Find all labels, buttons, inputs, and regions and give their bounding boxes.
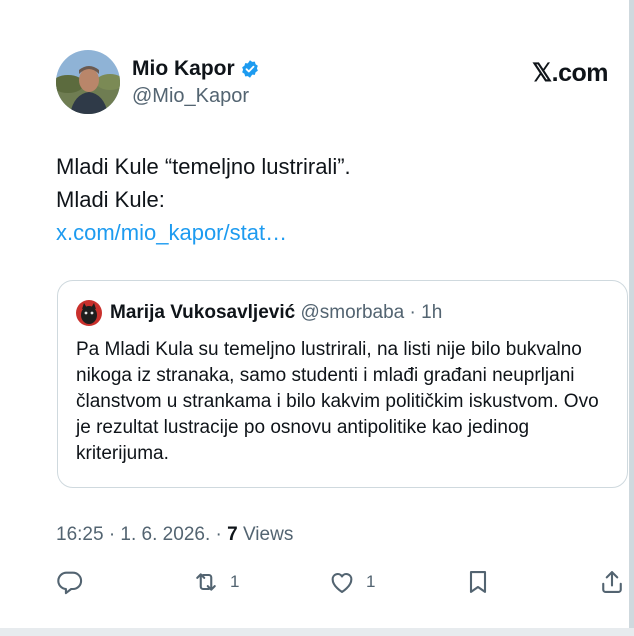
bookmark-icon [469,571,487,593]
scrollbar-track [629,0,634,636]
x-logo[interactable]: 𝕏.com [532,58,609,88]
like-count: 1 [366,572,376,591]
like-button[interactable]: 1 [328,568,375,596]
views-label: Views [237,524,294,545]
quote-header: Marija Vukosavljević @smorbaba · 1h [110,302,442,324]
retweet-icon [196,573,216,591]
timestamp[interactable]: 16:25 · 1. 6. 2026. · [56,524,227,545]
display-name[interactable]: Mio Kapor [132,57,235,81]
bookmark-button[interactable] [464,568,492,596]
heart-icon [331,573,353,593]
tweet-line-2: Mladi Kule: [56,187,165,212]
quote-author-name[interactable]: Marija Vukosavljević [110,302,295,323]
quote-handle-time[interactable]: @smorbaba · 1h [300,302,442,323]
avatar[interactable] [56,50,120,114]
quoted-tweet[interactable]: Marija Vukosavljević @smorbaba · 1h Pa M… [57,280,628,488]
reply-icon [57,571,83,595]
user-handle[interactable]: @Mio_Kapor [132,85,249,108]
share-icon [602,571,622,593]
reply-button[interactable] [56,568,84,596]
quote-text: Pa Mladi Kula su temeljno lustrirali, na… [76,339,599,464]
retweet-button[interactable]: 1 [192,568,239,596]
tweet-card: Mio Kapor @Mio_Kapor 𝕏.com Mladi Kule “t… [0,0,628,636]
quote-avatar[interactable] [76,300,102,326]
retweet-count: 1 [230,572,240,591]
bottom-divider [0,628,634,636]
tweet-link[interactable]: x.com/mio_kapor/stat… [56,220,287,245]
action-bar: 1 1 [0,560,628,604]
share-button[interactable] [598,568,626,596]
views-count: 7 [227,524,238,545]
verified-badge-icon [241,60,258,78]
tweet-text: Mladi Kule “temeljno lustrirali”. Mladi … [56,150,596,249]
tweet-line-1: Mladi Kule “temeljno lustrirali”. [56,154,351,179]
tweet-meta: 16:25 · 1. 6. 2026. · 7 Views [56,524,293,546]
